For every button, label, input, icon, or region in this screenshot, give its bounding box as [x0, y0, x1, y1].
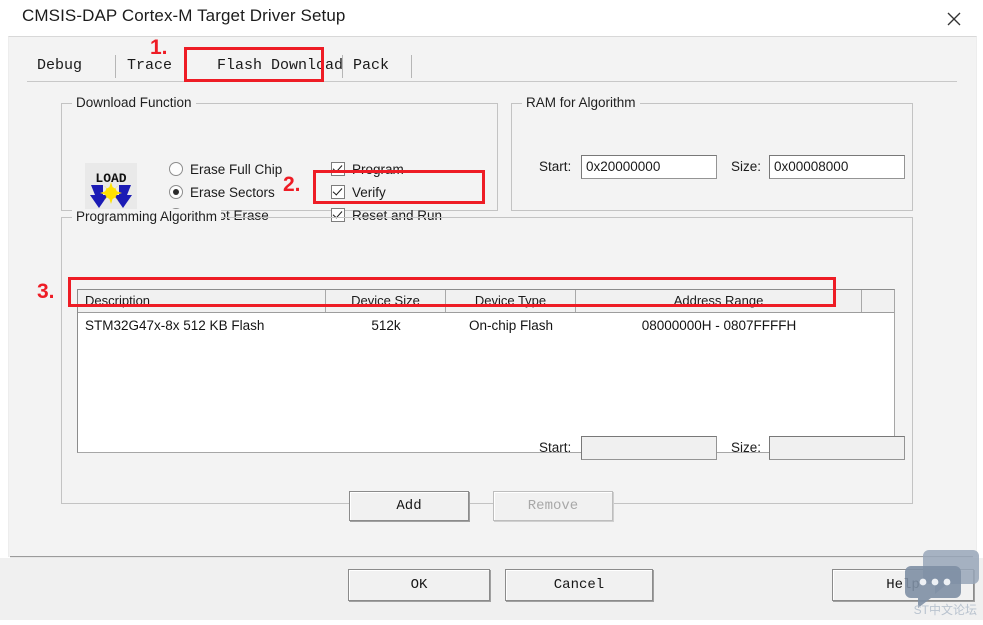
driver-setup-dialog: Debug Trace Flash Download Pack Download… [8, 36, 977, 557]
checkbox-label: Program [352, 162, 404, 177]
ram-start-label: Start: [539, 159, 572, 174]
checkbox-verify[interactable]: Verify [331, 185, 386, 200]
tab-separator-3 [411, 55, 412, 78]
cell-address-range: 08000000H - 0807FFFFH [641, 318, 797, 333]
ram-size-input[interactable]: 0x00008000 [769, 155, 905, 179]
close-icon[interactable] [937, 3, 971, 33]
tab-separator-2 [342, 55, 343, 78]
column-header-address-range[interactable]: Address Range [576, 290, 862, 312]
radio-label: Erase Sectors [190, 185, 275, 200]
column-header-description[interactable]: Description [78, 290, 326, 312]
programming-algorithm-legend: Programming Algorithm [72, 209, 222, 224]
cell-description: STM32G47x-8x 512 KB Flash [85, 318, 265, 333]
cancel-button[interactable]: Cancel [505, 569, 653, 601]
checkbox-program[interactable]: Program [331, 162, 404, 177]
table-row[interactable]: STM32G47x-8x 512 KB Flash 512k On-chip F… [78, 313, 894, 338]
tab-debug[interactable]: Debug [37, 51, 82, 81]
remove-button: Remove [493, 491, 613, 521]
footer-bar: OK Cancel Help [0, 558, 983, 620]
programming-algorithm-table[interactable]: Description Device Size Device Type Addr… [77, 289, 895, 453]
ram-size-label: Size: [731, 159, 762, 174]
range-size-label: Size: [731, 440, 762, 455]
ok-button[interactable]: OK [348, 569, 490, 601]
checkbox-label: Verify [352, 185, 386, 200]
column-header-device-type[interactable]: Device Type [446, 290, 576, 312]
tab-underline [27, 81, 957, 82]
tab-strip: Debug Trace Flash Download Pack [27, 51, 957, 81]
checkbox-indicator [331, 185, 345, 199]
tab-flash-download[interactable]: Flash Download [217, 51, 343, 81]
load-icon: LOAD [85, 163, 137, 213]
cell-device-size: 512k [371, 318, 401, 333]
table-header-row: Description Device Size Device Type Addr… [78, 290, 894, 313]
help-button[interactable]: Help [832, 569, 974, 601]
range-size-input[interactable] [769, 436, 905, 460]
radio-indicator [169, 185, 183, 199]
ram-start-input[interactable]: 0x20000000 [581, 155, 717, 179]
range-start-input[interactable] [581, 436, 717, 460]
radio-label: Erase Full Chip [190, 162, 283, 177]
ram-for-algorithm-legend: RAM for Algorithm [522, 95, 640, 110]
cell-device-type: On-chip Flash [468, 318, 554, 333]
column-header-extra[interactable] [862, 290, 894, 312]
range-start-label: Start: [539, 440, 572, 455]
tab-pack[interactable]: Pack [353, 51, 389, 81]
tab-trace[interactable]: Trace [127, 51, 172, 81]
column-header-device-size[interactable]: Device Size [326, 290, 446, 312]
download-function-legend: Download Function [72, 95, 196, 110]
radio-erase-full-chip[interactable]: Erase Full Chip [169, 162, 282, 177]
title-bar: CMSIS-DAP Cortex-M Target Driver Setup [0, 0, 983, 36]
checkbox-indicator [331, 162, 345, 176]
radio-erase-sectors[interactable]: Erase Sectors [169, 185, 275, 200]
window-title: CMSIS-DAP Cortex-M Target Driver Setup [22, 6, 346, 25]
cell-extra [862, 313, 894, 338]
radio-indicator [169, 162, 183, 176]
tab-separator-1 [115, 55, 116, 78]
add-button[interactable]: Add [349, 491, 469, 521]
